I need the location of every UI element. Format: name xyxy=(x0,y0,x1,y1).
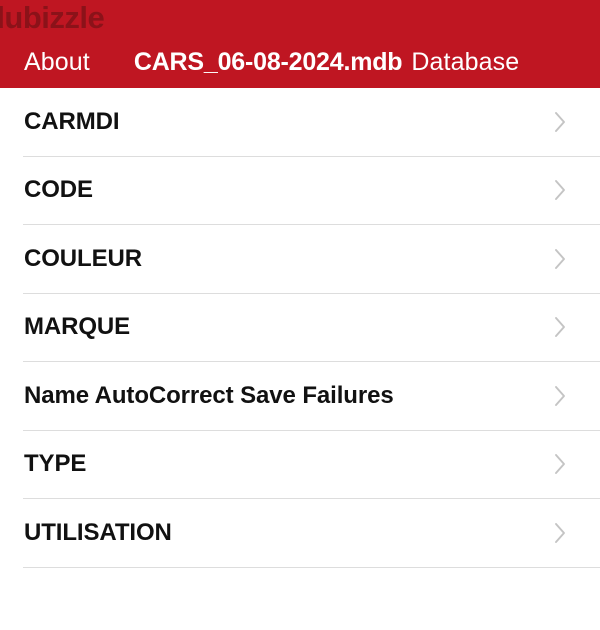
page-title: CARS_06-08-2024.mdb Database xyxy=(134,48,519,77)
table-row[interactable]: MARQUE xyxy=(0,293,600,361)
table-row[interactable]: TYPE xyxy=(0,430,600,498)
app-root: dubizzle About CARS_06-08-2024.mdb Datab… xyxy=(0,0,600,630)
table-row[interactable]: CODE xyxy=(0,156,600,224)
page-title-filename: CARS_06-08-2024.mdb xyxy=(133,48,403,76)
table-row[interactable]: CARMDI xyxy=(0,88,600,156)
table-list: CARMDI CODE COULEUR MARQUE Name AutoCorrect … xyxy=(0,88,600,630)
chevron-right-icon xyxy=(552,110,568,134)
chevron-right-icon xyxy=(552,315,568,339)
row-separator xyxy=(0,566,600,568)
table-row-label: Name AutoCorrect Save Failures xyxy=(24,382,394,409)
table-row[interactable]: COULEUR xyxy=(0,225,600,293)
header-title-row: About CARS_06-08-2024.mdb Database xyxy=(0,48,600,77)
table-row-label: UTILISATION xyxy=(24,519,172,546)
table-row-label: MARQUE xyxy=(24,314,131,341)
chevron-right-icon xyxy=(552,521,568,545)
app-header: dubizzle About CARS_06-08-2024.mdb Datab… xyxy=(0,0,600,88)
page-title-suffix: Database xyxy=(411,48,520,76)
chevron-right-icon xyxy=(552,178,568,202)
back-button-about[interactable]: About xyxy=(24,48,90,77)
chevron-right-icon xyxy=(552,247,568,271)
table-row-label: CODE xyxy=(24,177,93,204)
dubizzle-watermark: dubizzle xyxy=(0,0,105,35)
table-row[interactable]: Name AutoCorrect Save Failures xyxy=(0,362,600,430)
table-row-label: COULEUR xyxy=(24,245,142,272)
table-row-label: CARMDI xyxy=(24,108,120,135)
table-row-label: TYPE xyxy=(24,451,87,478)
chevron-right-icon xyxy=(552,384,568,408)
table-row[interactable]: UTILISATION xyxy=(0,499,600,567)
chevron-right-icon xyxy=(552,452,568,476)
